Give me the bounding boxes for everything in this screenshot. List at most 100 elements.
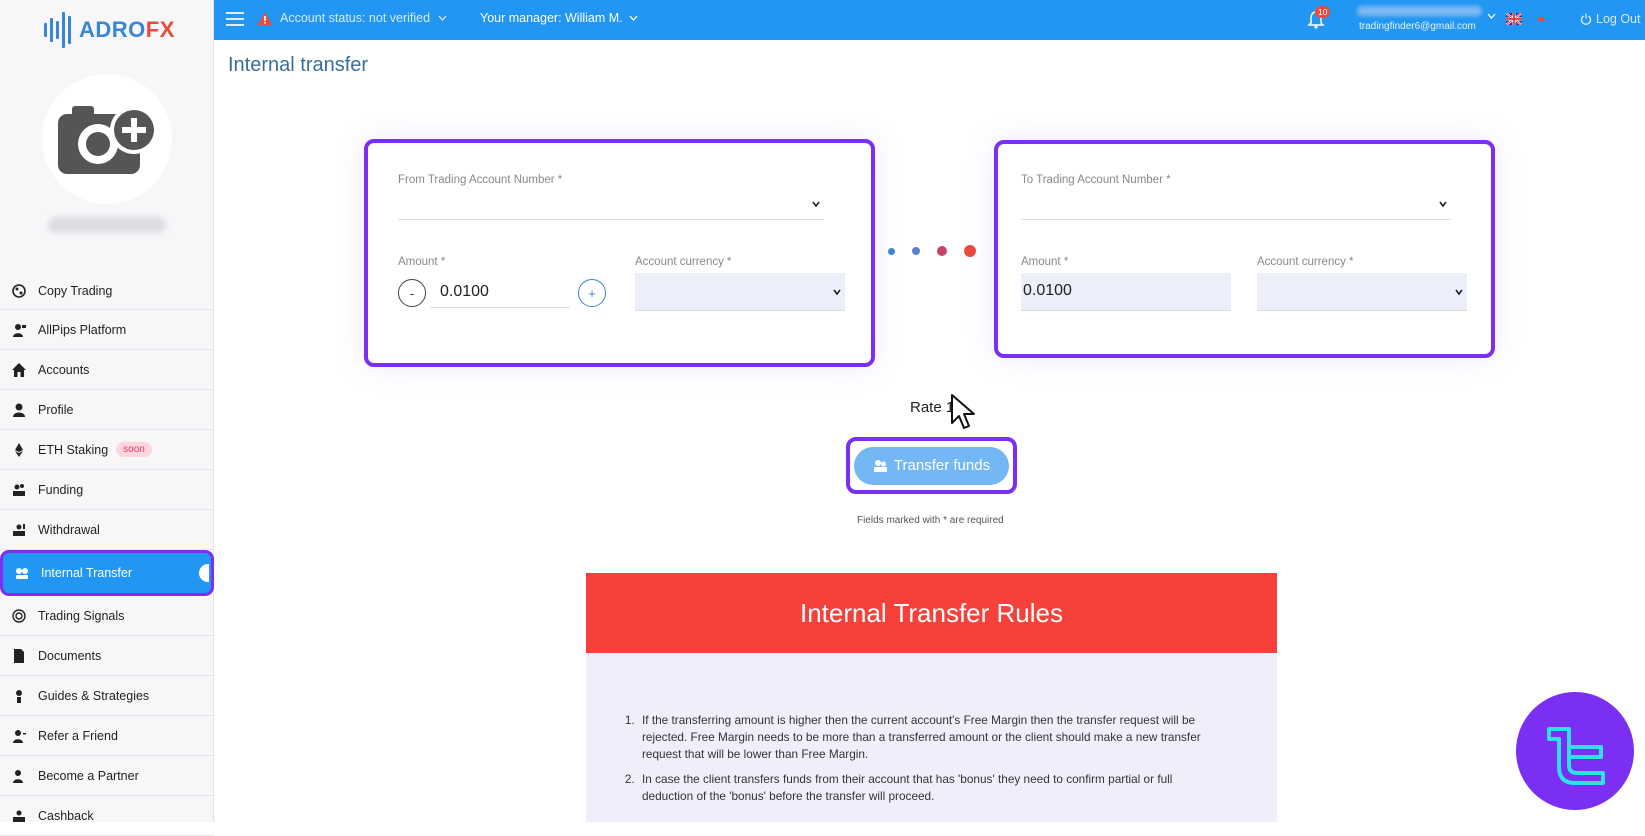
decrease-amount-button[interactable]: - xyxy=(398,279,426,307)
amount-underline xyxy=(430,307,570,308)
camera-add-icon xyxy=(58,106,158,174)
hamburger-menu-icon[interactable] xyxy=(226,12,244,26)
notification-badge: 10 xyxy=(1315,6,1331,18)
account-status-dropdown[interactable]: Account status: not verified xyxy=(258,11,447,25)
sidebar-item-refer-friend[interactable]: Refer a Friend xyxy=(0,716,214,756)
sidebar-item-funding[interactable]: Funding xyxy=(0,470,214,510)
manager-dropdown[interactable]: Your manager: William M. xyxy=(480,11,638,25)
to-amount-field[interactable]: 0.0100 xyxy=(1021,273,1231,311)
from-account-select[interactable] xyxy=(398,190,824,220)
partner-icon xyxy=(10,767,27,784)
funding-icon xyxy=(10,481,27,498)
chevron-down-icon xyxy=(833,289,841,296)
sidebar-item-withdrawal[interactable]: Withdrawal xyxy=(0,510,214,550)
transfer-icon xyxy=(13,565,30,582)
chevron-down-icon xyxy=(812,201,820,208)
sidebar-item-label: Become a Partner xyxy=(38,768,139,783)
allpips-icon xyxy=(10,321,27,338)
to-currency-label: Account currency * xyxy=(1257,256,1354,268)
logo-bars-icon xyxy=(44,12,71,48)
sidebar-item-guides[interactable]: Guides & Strategies xyxy=(0,676,214,716)
cashback-icon xyxy=(10,807,27,824)
warning-icon xyxy=(258,11,272,25)
sidebar-item-become-partner[interactable]: Become a Partner xyxy=(0,756,214,796)
home-icon xyxy=(10,361,27,378)
sidebar-item-label: Withdrawal xyxy=(38,522,100,537)
chevron-down-icon xyxy=(438,15,447,21)
account-status-text: Account status: not verified xyxy=(280,11,431,25)
sidebar-item-label: ETH Staking xyxy=(38,442,109,457)
from-account-panel: From Trading Account Number * Amount * -… xyxy=(364,139,875,367)
to-amount-value: 0.0100 xyxy=(1023,282,1072,299)
rules-list: If the transferring amount is higher the… xyxy=(638,712,1218,813)
sidebar-item-copy-trading[interactable]: Copy Trading xyxy=(0,272,214,310)
chevron-down-icon[interactable] xyxy=(1487,13,1496,19)
to-amount-label: Amount * xyxy=(1021,256,1069,268)
username-blurred xyxy=(1357,6,1482,16)
from-amount-label: Amount * xyxy=(398,256,446,268)
page-title: Internal transfer xyxy=(228,54,369,76)
uk-flag-icon[interactable] xyxy=(1506,13,1522,25)
sidebar-item-accounts[interactable]: Accounts xyxy=(0,350,214,390)
sidebar-item-internal-transfer[interactable]: Internal Transfer xyxy=(0,550,214,596)
sidebar-item-label: Refer a Friend xyxy=(38,728,118,743)
withdrawal-icon xyxy=(10,521,27,538)
language-indicator xyxy=(1538,17,1544,21)
logout-button[interactable]: Log Out xyxy=(1580,12,1640,26)
sidebar-item-cashback[interactable]: Cashback xyxy=(0,796,214,836)
sidebar-item-documents[interactable]: Documents xyxy=(0,636,214,676)
brand-logo[interactable]: ADROFX xyxy=(44,10,175,50)
sidebar-item-label: Accounts xyxy=(38,362,90,377)
mouse-cursor-icon xyxy=(951,394,975,429)
from-currency-select[interactable] xyxy=(635,273,845,311)
transfer-funds-label: Transfer funds xyxy=(893,457,991,474)
exchange-rate: Rate 1 xyxy=(910,399,955,416)
soon-badge: soon xyxy=(116,442,152,457)
logout-label: Log Out xyxy=(1596,12,1641,26)
rule-item: If the transferring amount is higher the… xyxy=(638,712,1218,763)
to-currency-select[interactable] xyxy=(1257,273,1467,311)
transfer-direction-dots xyxy=(888,245,976,257)
sidebar-item-label: Copy Trading xyxy=(38,283,113,298)
refer-icon xyxy=(10,727,27,744)
required-fields-note: Fields marked with * are required xyxy=(857,515,1004,526)
power-icon xyxy=(1580,13,1592,25)
sidebar-item-trading-signals[interactable]: Trading Signals xyxy=(0,596,214,636)
sidebar-item-label: Internal Transfer xyxy=(41,566,133,580)
transfer-icon xyxy=(873,459,887,472)
sidebar-item-eth-staking[interactable]: ETH Staking soon xyxy=(0,430,214,470)
sidebar-item-label: Trading Signals xyxy=(38,608,125,623)
guides-icon xyxy=(10,687,27,704)
sidebar-item-label: Guides & Strategies xyxy=(38,688,150,703)
sidebar-item-label: Funding xyxy=(38,482,84,497)
brand-name: ADROFX xyxy=(79,17,175,42)
to-account-panel: To Trading Account Number * Amount * 0.0… xyxy=(994,140,1495,358)
user-email[interactable]: tradingfinder6@gmail.com xyxy=(1359,21,1476,32)
chevron-down-icon xyxy=(629,15,638,21)
chevron-down-icon xyxy=(1439,201,1447,208)
user-icon xyxy=(10,401,27,418)
from-currency-label: Account currency * xyxy=(635,256,732,268)
manager-text: Your manager: William M. xyxy=(480,11,623,25)
sidebar-item-profile[interactable]: Profile xyxy=(0,390,214,430)
sidebar: ADROFX Copy Trading AllPips Platform Acc… xyxy=(0,0,214,836)
sidebar-item-label: Profile xyxy=(38,402,74,417)
to-account-label: To Trading Account Number * xyxy=(1021,174,1171,186)
topbar: Account status: not verified Your manage… xyxy=(214,0,1645,40)
sidebar-item-allpips[interactable]: AllPips Platform xyxy=(0,310,214,350)
sidebar-item-label: AllPips Platform xyxy=(38,322,127,337)
sidebar-item-label: Cashback xyxy=(38,808,94,823)
transfer-button-highlight: Transfer funds xyxy=(846,437,1017,494)
sidebar-item-label: Documents xyxy=(38,648,102,663)
increase-amount-button[interactable]: + xyxy=(578,279,606,307)
avatar[interactable] xyxy=(42,74,172,204)
chevron-down-icon xyxy=(1455,289,1463,296)
transfer-funds-button[interactable]: Transfer funds xyxy=(854,446,1009,485)
tradingfinder-watermark-logo xyxy=(1516,692,1634,810)
signals-icon xyxy=(10,607,27,624)
tradingfinder-logo-icon xyxy=(1547,727,1605,785)
rules-title: Internal Transfer Rules xyxy=(586,573,1277,653)
to-account-select[interactable] xyxy=(1021,190,1451,220)
from-amount-input[interactable]: 0.0100 xyxy=(440,283,489,301)
from-account-label: From Trading Account Number * xyxy=(398,174,563,186)
